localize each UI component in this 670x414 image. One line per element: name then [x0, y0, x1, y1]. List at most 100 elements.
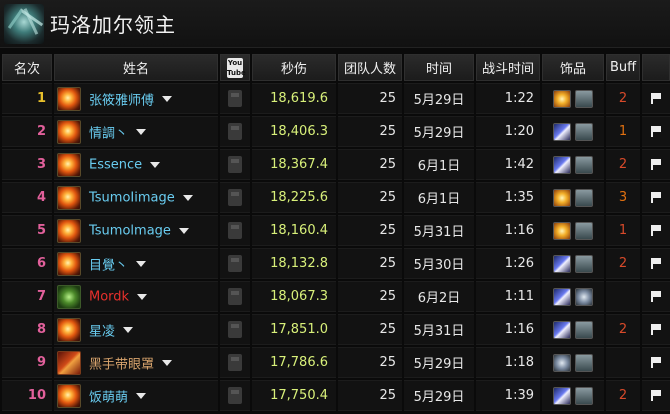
youtube-cell	[220, 314, 250, 345]
youtube-cell	[220, 215, 250, 246]
dps-value: 18,225.6	[252, 182, 336, 213]
youtube-icon[interactable]	[228, 156, 242, 173]
chevron-down-icon[interactable]	[162, 95, 173, 102]
rank-value: 2	[2, 116, 52, 147]
fight-time-value: 1:39	[476, 380, 540, 411]
youtube-cell	[220, 83, 250, 114]
youtube-icon[interactable]	[228, 123, 242, 140]
player-name-link[interactable]: 情調丶	[89, 126, 128, 141]
chevron-down-icon[interactable]	[123, 326, 134, 333]
trinket-blade-icon[interactable]	[553, 155, 571, 174]
dps-value: 18,406.3	[252, 116, 336, 147]
player-name-link[interactable]: Essence	[89, 157, 142, 172]
flag-icon[interactable]	[651, 192, 661, 203]
trinket-mask-icon[interactable]	[575, 386, 593, 405]
flag-icon[interactable]	[651, 324, 661, 335]
spec-fire-icon	[57, 152, 81, 177]
buff-count	[606, 281, 640, 312]
table-row: 2 情調丶 18,406.3 25 5月29日 1:20 1	[2, 116, 670, 147]
buff-count: 2	[606, 149, 640, 180]
youtube-icon[interactable]	[228, 255, 242, 272]
flag-cell	[642, 149, 670, 180]
chevron-down-icon[interactable]	[136, 392, 147, 399]
trinkets-cell	[542, 314, 604, 345]
youtube-cell	[220, 116, 250, 147]
trinket-mask-icon[interactable]	[575, 89, 593, 108]
buff-count: 2	[606, 83, 640, 114]
player-name-link[interactable]: Mordk	[89, 289, 129, 304]
chevron-down-icon[interactable]	[137, 293, 148, 300]
youtube-icon[interactable]	[228, 321, 242, 338]
youtube-icon[interactable]	[228, 90, 242, 107]
flag-icon[interactable]	[651, 357, 661, 368]
player-name-link[interactable]: TsumoIimage	[89, 190, 175, 205]
date-value: 5月31日	[404, 314, 474, 345]
trinket-blade-icon[interactable]	[553, 254, 571, 273]
col-dps[interactable]: 秒伤	[252, 54, 336, 81]
trinket-mask-icon[interactable]	[575, 122, 593, 141]
player-name-link[interactable]: 目覺丶	[89, 258, 128, 273]
trinket-blade-icon[interactable]	[553, 320, 571, 339]
chevron-down-icon[interactable]	[136, 128, 147, 135]
player-name-link[interactable]: 黑手带眼罩	[89, 357, 154, 372]
trinket-ghost-icon[interactable]	[553, 353, 571, 372]
col-name[interactable]: 姓名	[54, 54, 218, 81]
trinket-mask-icon[interactable]	[575, 155, 593, 174]
dps-value: 18,367.4	[252, 149, 336, 180]
table-row: 6 目覺丶 18,132.8 25 5月30日 1:26 2	[2, 248, 670, 279]
col-fight-time[interactable]: 战斗时间	[476, 54, 540, 81]
trinket-mask-icon[interactable]	[575, 188, 593, 207]
trinket-mask-icon[interactable]	[575, 320, 593, 339]
flag-icon[interactable]	[651, 390, 661, 401]
chevron-down-icon[interactable]	[136, 260, 147, 267]
player-name-link[interactable]: 饭萌萌	[89, 390, 128, 405]
player-name-link[interactable]: 张筱雅师傅	[89, 93, 154, 108]
chevron-down-icon[interactable]	[150, 161, 161, 168]
chevron-down-icon[interactable]	[178, 227, 189, 234]
col-date[interactable]: 时间	[404, 54, 474, 81]
flag-icon[interactable]	[651, 291, 661, 302]
chevron-down-icon[interactable]	[162, 359, 173, 366]
flag-cell	[642, 314, 670, 345]
trinket-blade-icon[interactable]	[553, 386, 571, 405]
col-buff: Buff	[606, 54, 640, 81]
flag-icon[interactable]	[651, 93, 661, 104]
trinket-mask-icon[interactable]	[575, 353, 593, 372]
chevron-down-icon[interactable]	[182, 194, 193, 201]
player-cell: 黑手带眼罩	[54, 347, 218, 378]
flag-icon[interactable]	[651, 225, 661, 236]
buff-count: 1	[606, 215, 640, 246]
fight-time-value: 1:16	[476, 215, 540, 246]
youtube-icon[interactable]	[228, 387, 242, 404]
player-name-link[interactable]: Tsumolmage	[89, 223, 171, 238]
trinkets-cell	[542, 281, 604, 312]
trinket-sun-icon[interactable]	[553, 221, 571, 240]
player-cell: 饭萌萌	[54, 380, 218, 411]
flag-icon[interactable]	[651, 159, 661, 170]
spec-aff-icon	[57, 284, 81, 309]
youtube-icon[interactable]	[228, 288, 242, 305]
youtube-icon[interactable]	[228, 222, 242, 239]
flag-icon[interactable]	[651, 258, 661, 269]
trinket-mask-icon[interactable]	[575, 254, 593, 273]
trinket-mask-icon[interactable]	[575, 221, 593, 240]
flag-cell	[642, 281, 670, 312]
youtube-icon[interactable]	[228, 354, 242, 371]
table-body: 1 张筱雅师傅 18,619.6 25 5月29日 1:22 2 2 情調丶 1…	[2, 83, 670, 411]
trinket-sun-icon[interactable]	[553, 188, 571, 207]
table-row: 9 黑手带眼罩 17,786.6 25 5月29日 1:18	[2, 347, 670, 378]
col-raid-size[interactable]: 团队人数	[338, 54, 402, 81]
header: 玛洛加尔领主	[0, 0, 670, 48]
col-rank[interactable]: 名次	[2, 54, 52, 81]
youtube-cell	[220, 281, 250, 312]
dps-value: 17,851.0	[252, 314, 336, 345]
trinket-sun-icon[interactable]	[553, 89, 571, 108]
trinket-blade-icon[interactable]	[553, 122, 571, 141]
trinket-ghost-icon[interactable]	[575, 287, 593, 306]
player-name-link[interactable]: 星凌	[89, 324, 115, 339]
flag-icon[interactable]	[651, 126, 661, 137]
trinket-blade-icon[interactable]	[553, 287, 571, 306]
col-youtube: You Tube	[220, 54, 250, 81]
youtube-icon[interactable]	[228, 189, 242, 206]
player-cell: 张筱雅师傅	[54, 83, 218, 114]
